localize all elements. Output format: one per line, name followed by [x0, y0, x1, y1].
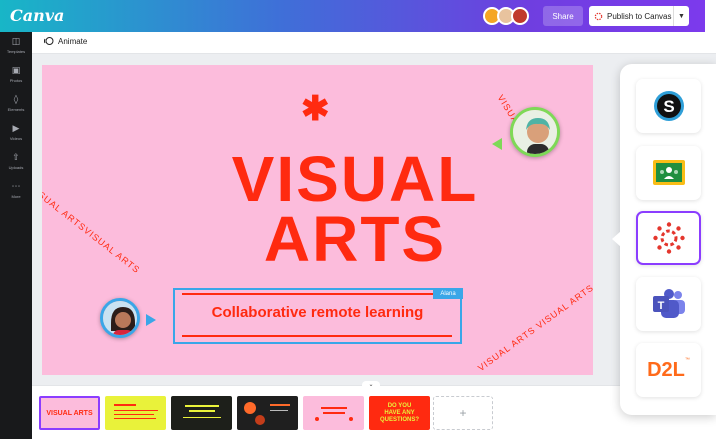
curved-text-right-bottom: VISUAL ARTS VISUAL ARTS — [476, 282, 593, 374]
thumbnail-preview — [113, 404, 158, 419]
collaborator-avatar[interactable] — [511, 7, 529, 25]
videos-icon: ▶ — [12, 124, 20, 134]
publish-label: Publish to Canvas — [607, 11, 672, 21]
divider-line — [182, 293, 452, 295]
panel-pointer — [612, 231, 621, 247]
cursor-pointer-icon — [492, 138, 502, 150]
schoology-button[interactable]: S — [636, 79, 701, 133]
sidebar-item-more[interactable]: ⋯ More — [0, 179, 32, 208]
sidebar-item-label: Photos — [9, 78, 23, 83]
sidebar-item-videos[interactable]: ▶ Videos — [0, 121, 32, 150]
sidebar-item-elements[interactable]: ◊ Elements — [0, 92, 32, 121]
collaborator-avatar — [100, 298, 140, 338]
divider-line — [182, 335, 452, 337]
editor-toolbar — [32, 32, 716, 54]
sidebar-item-label: Elements — [7, 107, 25, 112]
chevron-down-icon[interactable]: ⌄ — [362, 381, 380, 390]
slide-title-line2[interactable]: ARTS — [140, 207, 570, 271]
page-thumbnail[interactable] — [105, 396, 166, 430]
animate-button[interactable]: Animate — [44, 36, 87, 46]
page-thumbnail[interactable]: DO YOU HAVE ANY QUESTIONS? — [369, 396, 430, 430]
page-thumbnail[interactable]: VISUAL ARTS — [39, 396, 100, 430]
sidebar-item-label: Uploads — [8, 165, 24, 170]
sidebar-item-label: Templates — [6, 49, 26, 54]
page-thumbnail[interactable] — [171, 396, 232, 430]
page-thumbnail[interactable] — [237, 396, 298, 430]
left-sidebar: ◫ Templates ▣ Photos ◊ Elements ▶ Videos… — [0, 32, 32, 439]
add-page-button[interactable]: + — [433, 396, 493, 430]
sidebar-item-photos[interactable]: ▣ Photos — [0, 63, 32, 92]
elements-icon: ◊ — [13, 95, 19, 105]
chevron-down-icon[interactable]: ▼ — [673, 6, 689, 26]
google-classroom-icon — [652, 160, 685, 185]
slide-title-line1[interactable]: VISUAL — [140, 147, 570, 211]
google-classroom-button[interactable] — [636, 146, 701, 200]
svg-text:T: T — [657, 300, 664, 312]
templates-icon: ◫ — [11, 37, 21, 47]
d2l-icon: D2L — [647, 358, 685, 381]
d2l-button[interactable]: D2L ™ — [636, 343, 701, 397]
sidebar-item-uploads[interactable]: ⇧ Uploads — [0, 150, 32, 179]
thumbnail-text: VISUAL ARTS — [46, 409, 93, 417]
more-icon: ⋯ — [11, 182, 21, 192]
animate-label: Animate — [58, 36, 88, 46]
sidebar-item-label: More — [11, 194, 21, 199]
sidebar-item-label: Videos — [9, 136, 23, 141]
microsoft-teams-button[interactable]: T — [636, 277, 701, 331]
publish-to-canvas-button[interactable]: Publish to Canvas — [589, 6, 673, 26]
page-thumbnail[interactable] — [303, 396, 364, 430]
uploads-icon: ⇧ — [12, 153, 20, 163]
canvas-lms-button[interactable] — [636, 211, 701, 265]
thumbnail-preview — [314, 407, 353, 421]
animate-icon — [44, 37, 54, 45]
share-button[interactable]: Share — [543, 6, 583, 26]
canvas-lms-icon — [594, 12, 603, 20]
photos-icon: ▣ — [11, 66, 21, 76]
schoology-icon: S — [653, 91, 684, 121]
canvas-lms-icon — [652, 222, 685, 254]
teams-icon: T — [652, 289, 685, 318]
cursor-pointer-icon — [146, 314, 156, 326]
slide-subtitle[interactable]: Collaborative remote learning — [173, 304, 462, 321]
collaborator-avatar — [510, 107, 560, 157]
thumbnail-text: DO YOU HAVE ANY QUESTIONS? — [379, 402, 419, 423]
trademark-mark: ™ — [684, 357, 690, 363]
thumbnail-preview — [243, 402, 290, 425]
thumbnail-preview — [182, 405, 221, 418]
sidebar-item-templates[interactable]: ◫ Templates — [0, 34, 32, 63]
collaborator-name-tag: Alana — [433, 288, 463, 299]
asterisk-decoration: ✱ — [301, 90, 330, 128]
svg-text:S: S — [663, 97, 674, 116]
curved-text-left: VISUAL ARTSVISUAL ARTS — [42, 183, 143, 276]
canva-logo[interactable]: Canva — [10, 6, 64, 25]
